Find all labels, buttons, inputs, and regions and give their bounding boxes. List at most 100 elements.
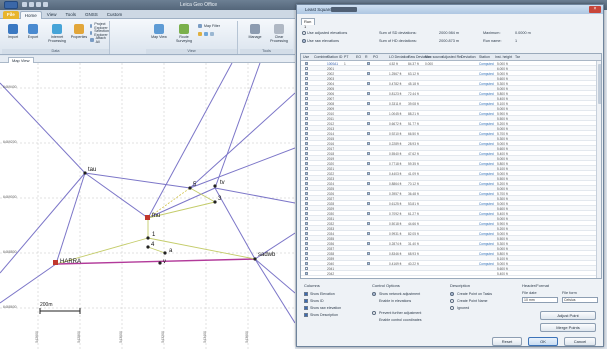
use-checkbox[interactable] bbox=[305, 217, 308, 220]
adjust-checkbox[interactable] bbox=[367, 122, 370, 125]
export-button[interactable]: Export bbox=[24, 22, 42, 46]
column-header[interactable]: Combine bbox=[314, 55, 328, 59]
use-checkbox[interactable] bbox=[305, 107, 308, 110]
column-header[interactable]: Deviation bbox=[461, 55, 476, 59]
use-checkbox[interactable] bbox=[305, 227, 308, 230]
adjust-checkbox[interactable] bbox=[367, 162, 370, 165]
tab-view[interactable]: View bbox=[43, 11, 61, 19]
enable-elevations-option[interactable]: Enable in elevations bbox=[372, 297, 422, 304]
adjust-checkbox[interactable] bbox=[367, 222, 370, 225]
use-checkbox[interactable] bbox=[305, 222, 308, 225]
tab-file[interactable]: File bbox=[3, 11, 19, 19]
route-surveying-button[interactable]: Route Surveying bbox=[172, 22, 196, 46]
use-checkbox[interactable] bbox=[305, 122, 308, 125]
use-checkbox[interactable] bbox=[305, 182, 308, 185]
cancel-button[interactable]: Cancel bbox=[564, 337, 596, 346]
adjust-checkbox[interactable] bbox=[367, 212, 370, 215]
map-view-button[interactable]: Map View bbox=[150, 22, 168, 46]
redo-icon[interactable] bbox=[36, 2, 41, 7]
create-point-name-radio[interactable]: Create Point Name bbox=[450, 297, 492, 304]
pan-icon[interactable] bbox=[210, 32, 214, 36]
enable-control-option[interactable]: Enable control coordinates bbox=[372, 316, 422, 323]
column-header[interactable]: Use bbox=[303, 55, 309, 59]
use-checkbox[interactable] bbox=[305, 187, 308, 190]
control-point-marker[interactable] bbox=[145, 215, 150, 220]
use-checkbox[interactable] bbox=[305, 262, 308, 265]
adjust-checkbox[interactable] bbox=[367, 152, 370, 155]
close-icon[interactable]: × bbox=[589, 6, 601, 13]
internet-processing-button[interactable]: Internet Processing bbox=[46, 22, 68, 46]
column-header[interactable]: Max source bbox=[425, 55, 443, 59]
adjust-checkbox[interactable] bbox=[367, 192, 370, 195]
column-header[interactable]: Station bbox=[479, 55, 490, 59]
use-checkbox[interactable] bbox=[305, 197, 308, 200]
dialog-title-bar[interactable]: Least Squares × bbox=[297, 5, 603, 14]
use-checkbox[interactable] bbox=[305, 257, 308, 260]
adjust-checkbox[interactable] bbox=[367, 112, 370, 115]
use-checkbox[interactable] bbox=[305, 117, 308, 120]
column-header[interactable]: Adjusted Rel bbox=[442, 55, 462, 59]
file-form-field[interactable]: Celsius bbox=[562, 297, 598, 303]
attach-all-item[interactable]: Attach All bbox=[90, 36, 109, 44]
use-checkbox[interactable] bbox=[305, 62, 308, 65]
tab-custom[interactable]: Custom bbox=[103, 11, 127, 19]
adjust-checkbox[interactable] bbox=[367, 82, 370, 85]
adjust-checkbox[interactable] bbox=[367, 142, 370, 145]
map-filter-item[interactable]: Map Filter bbox=[198, 23, 220, 29]
scrollbar-thumb[interactable] bbox=[597, 64, 601, 104]
map-canvas[interactable]: 6469400 6469200 6469000 6468800 6468600 … bbox=[0, 63, 295, 349]
use-checkbox[interactable] bbox=[305, 252, 308, 255]
adjust-checkbox[interactable] bbox=[367, 72, 370, 75]
adjust-checkbox[interactable] bbox=[367, 232, 370, 235]
undo-icon[interactable] bbox=[29, 2, 34, 7]
column-header[interactable]: R bbox=[365, 55, 368, 59]
ok-button[interactable]: OK bbox=[528, 337, 558, 346]
vertical-scrollbar[interactable] bbox=[596, 61, 601, 278]
show-id-checkbox[interactable]: Show ID bbox=[304, 297, 341, 304]
use-checkbox[interactable] bbox=[305, 142, 308, 145]
adjust-checkbox[interactable] bbox=[367, 102, 370, 105]
file-date-field[interactable]: 10 mm bbox=[522, 297, 558, 303]
column-header[interactable]: EO bbox=[356, 55, 361, 59]
use-checkbox[interactable] bbox=[305, 132, 308, 135]
network-adjustment-radio[interactable]: Show network adjustment bbox=[372, 290, 422, 297]
use-checkbox[interactable] bbox=[305, 237, 308, 240]
save-icon[interactable] bbox=[22, 2, 27, 7]
use-checkbox[interactable] bbox=[305, 102, 308, 105]
use-checkbox[interactable] bbox=[305, 162, 308, 165]
adjust-checkbox[interactable] bbox=[367, 182, 370, 185]
column-header[interactable]: Inst. height bbox=[495, 55, 512, 59]
use-checkbox[interactable] bbox=[305, 272, 308, 275]
use-checkbox[interactable] bbox=[305, 207, 308, 210]
zoom-in-icon[interactable] bbox=[198, 32, 202, 36]
tab-gnss[interactable]: GNSS bbox=[81, 11, 102, 19]
reset-button[interactable]: Reset bbox=[492, 337, 522, 346]
use-checkbox[interactable] bbox=[305, 147, 308, 150]
adjust-checkbox[interactable] bbox=[367, 172, 370, 175]
control-point-marker[interactable] bbox=[53, 260, 58, 265]
import-button[interactable]: Import bbox=[4, 22, 22, 46]
zoom-out-icon[interactable] bbox=[204, 32, 208, 36]
create-point-tasks-radio[interactable]: Create Point on Tasks bbox=[450, 290, 492, 297]
adjust-checkbox[interactable] bbox=[367, 132, 370, 135]
use-checkbox[interactable] bbox=[305, 67, 308, 70]
column-header[interactable]: PO bbox=[373, 55, 378, 59]
show-raw-elevation-checkbox[interactable]: Show raw elevation bbox=[304, 304, 341, 311]
column-header[interactable]: Station ID bbox=[327, 55, 342, 59]
adjust-checkbox[interactable] bbox=[367, 92, 370, 95]
dropdown-icon[interactable] bbox=[43, 2, 48, 7]
ignored-radio[interactable]: Ignored bbox=[450, 304, 492, 311]
table-row[interactable]: 2042 5.400 ft bbox=[301, 271, 601, 276]
use-checkbox[interactable] bbox=[305, 192, 308, 195]
use-checkbox[interactable] bbox=[305, 212, 308, 215]
tab-tools[interactable]: Tools bbox=[61, 11, 80, 19]
clear-processing-button[interactable]: Clear Processing bbox=[268, 22, 290, 46]
adjust-checkbox[interactable] bbox=[367, 202, 370, 205]
use-checkbox[interactable] bbox=[305, 202, 308, 205]
use-checkbox[interactable] bbox=[305, 72, 308, 75]
use-checkbox[interactable] bbox=[305, 267, 308, 270]
use-checkbox[interactable] bbox=[305, 92, 308, 95]
column-header[interactable]: LO Deviation bbox=[389, 55, 409, 59]
tab-run-1[interactable]: Run 1 bbox=[301, 18, 315, 29]
use-checkbox[interactable] bbox=[305, 82, 308, 85]
